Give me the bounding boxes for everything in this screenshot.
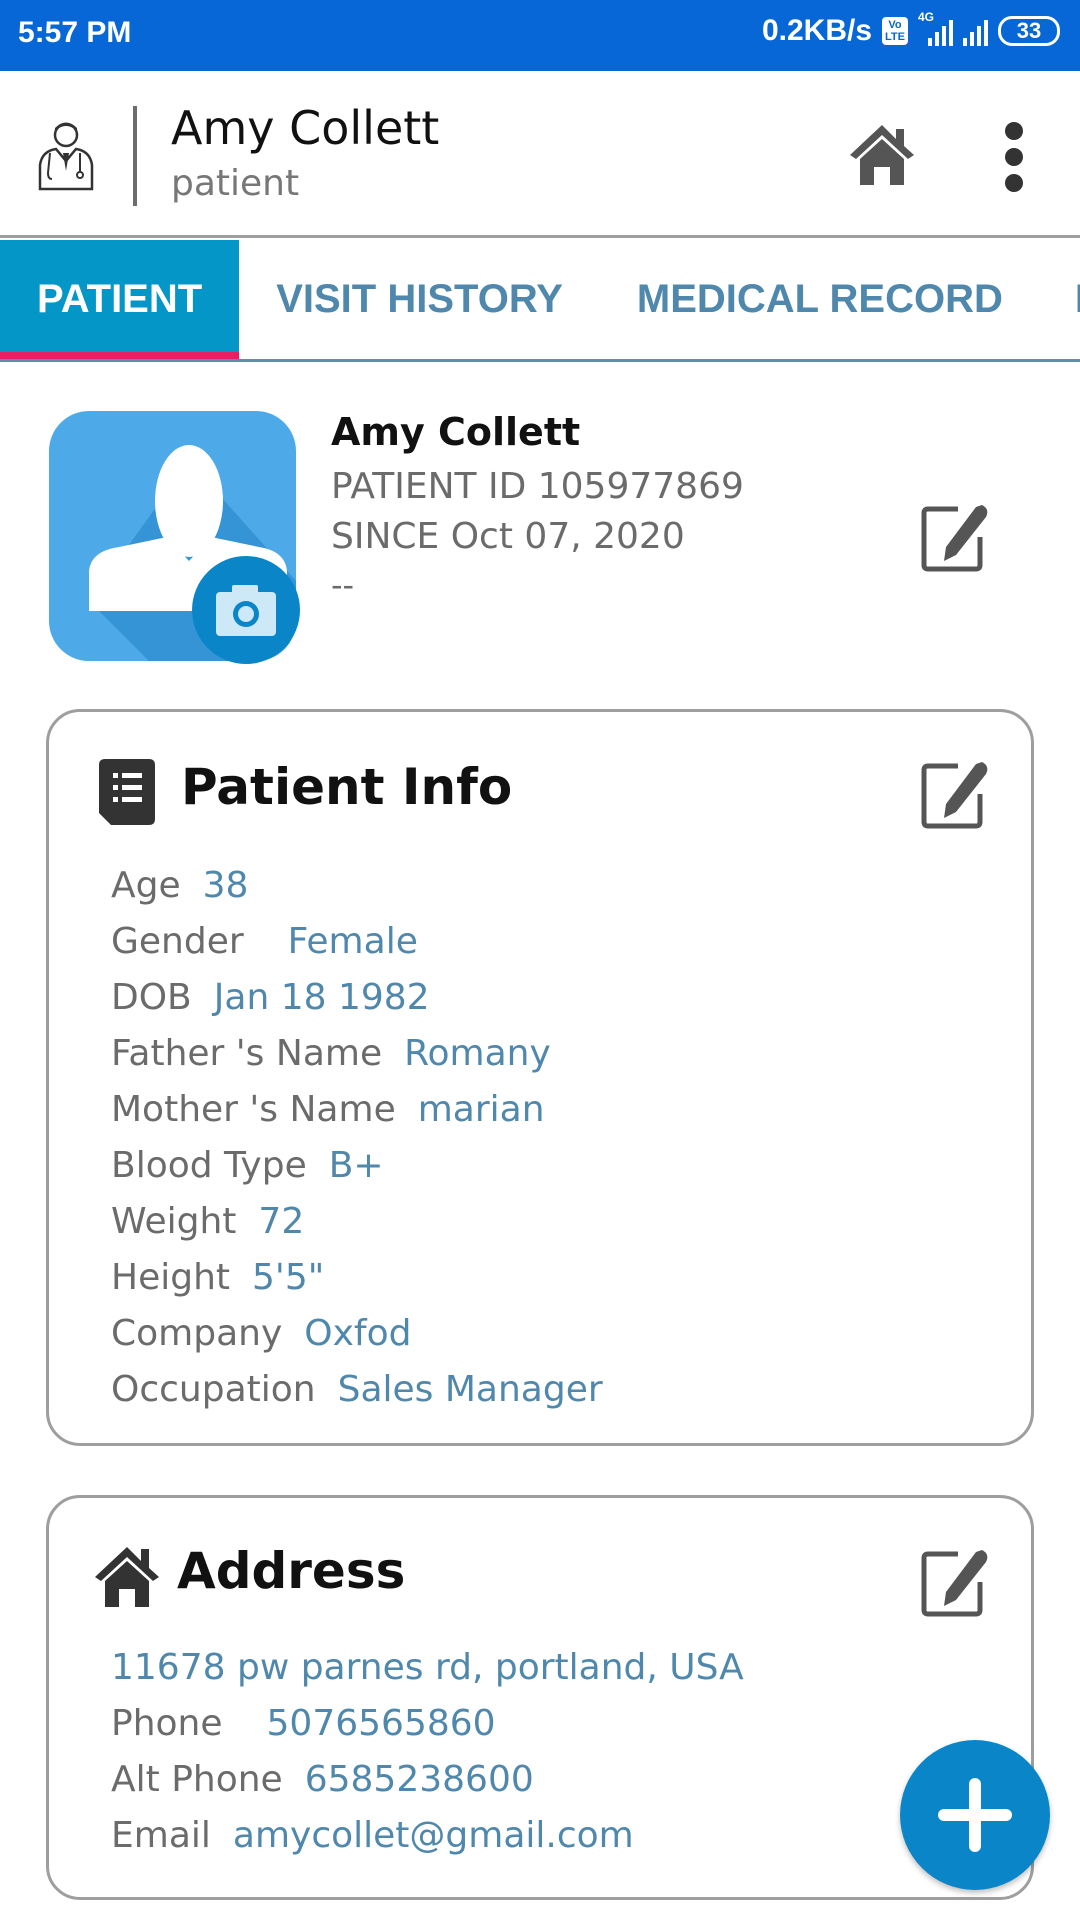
field-value[interactable]: 6585238600 — [305, 1759, 534, 1800]
field-occupation: Occupation Sales Manager — [111, 1362, 603, 1418]
field-dob: DOB Jan 18 1982 — [111, 970, 603, 1026]
address-fields: 11678 pw parnes rd, portland, USA Phone 5… — [111, 1640, 744, 1864]
plus-icon — [938, 1778, 1012, 1852]
field-weight: Weight 72 — [111, 1194, 603, 1250]
list-document-icon — [99, 759, 155, 825]
field-value[interactable]: amycollet@gmail.com — [233, 1815, 634, 1856]
change-photo-button[interactable] — [192, 556, 300, 664]
field-company: Company Oxfod — [111, 1306, 603, 1362]
field-label: Occupation — [111, 1369, 316, 1410]
field-alt-phone: Alt Phone 6585238600 — [111, 1752, 744, 1808]
edit-profile-icon[interactable] — [920, 503, 990, 573]
header-title: Amy Collett — [171, 101, 440, 155]
field-label: Company — [111, 1313, 283, 1354]
field-label: Phone — [111, 1703, 223, 1744]
signal-4g-icon: 4G — [918, 10, 953, 46]
field-label: Father 's Name — [111, 1033, 383, 1074]
field-label: Age — [111, 865, 181, 906]
field-mother-name: Mother 's Name marian — [111, 1082, 603, 1138]
field-label: Email — [111, 1815, 211, 1856]
header-divider — [133, 106, 137, 206]
patient-since: SINCE Oct 07, 2020 — [331, 516, 685, 557]
add-fab-button[interactable] — [900, 1740, 1050, 1890]
patient-id: PATIENT ID 105977869 — [331, 466, 744, 507]
edit-patient-info-icon[interactable] — [920, 760, 990, 830]
field-value: Female — [287, 921, 418, 962]
field-label: Weight — [111, 1201, 237, 1242]
tab-medical-record[interactable]: MEDICAL RECORD — [600, 240, 1040, 359]
field-value: 72 — [258, 1201, 305, 1242]
field-age: Age 38 — [111, 858, 603, 914]
app-header: Amy Collett patient — [0, 71, 1080, 238]
field-value: Oxfod — [304, 1313, 412, 1354]
field-value: 38 — [202, 865, 249, 906]
status-bar: 5:57 PM 0.2KB/s Vo LTE 4G 33 — [0, 0, 1080, 71]
address-title: Address — [177, 1542, 406, 1600]
house-icon — [95, 1547, 159, 1607]
more-vert-icon[interactable] — [995, 121, 1033, 193]
doctor-icon — [38, 122, 94, 191]
field-value[interactable]: 5076565860 — [267, 1703, 496, 1744]
home-icon[interactable] — [848, 123, 916, 185]
volte-top: Vo — [888, 19, 902, 31]
camera-icon — [216, 585, 276, 636]
header-subtitle: patient — [171, 163, 300, 204]
field-label: DOB — [111, 977, 192, 1018]
field-value: B+ — [328, 1145, 384, 1186]
patient-info-fields: Age 38 Gender Female DOB Jan 18 1982 Father… — [111, 858, 603, 1418]
network-type: 4G — [918, 10, 935, 24]
field-label: Alt Phone — [111, 1759, 283, 1800]
field-label: Height — [111, 1257, 231, 1298]
volte-icon: Vo LTE — [882, 17, 908, 45]
address-card: Address 11678 pw parnes rd, portland, US… — [46, 1495, 1034, 1900]
edit-address-icon[interactable] — [920, 1548, 990, 1618]
field-value: Romany — [404, 1033, 551, 1074]
field-value: Jan 18 1982 — [213, 977, 430, 1018]
net-speed: 0.2KB/s — [761, 14, 873, 47]
field-label: Blood Type — [111, 1145, 307, 1186]
field-label: Mother 's Name — [111, 1089, 396, 1130]
profile-name: Amy Collett — [331, 410, 581, 454]
field-father-name: Father 's Name Romany — [111, 1026, 603, 1082]
address-line: 11678 pw parnes rd, portland, USA — [111, 1647, 744, 1688]
field-value: Sales Manager — [337, 1369, 603, 1410]
tab-more-truncated[interactable]: M — [1040, 240, 1080, 359]
tab-bar: PATIENT VISIT HISTORY MEDICAL RECORD M — [0, 240, 1080, 362]
patient-info-title: Patient Info — [181, 758, 513, 816]
field-gender: Gender Female — [111, 914, 603, 970]
battery-icon: 33 — [998, 16, 1060, 46]
battery-level: 33 — [1016, 18, 1042, 43]
tab-patient[interactable]: PATIENT — [0, 240, 240, 359]
field-email: Email amycollet@gmail.com — [111, 1808, 744, 1864]
field-blood-type: Blood Type B+ — [111, 1138, 603, 1194]
status-time: 5:57 PM — [18, 16, 132, 49]
profile-extra: -- — [331, 566, 355, 604]
tab-visit-history[interactable]: VISIT HISTORY — [239, 240, 600, 359]
field-label: Gender — [111, 921, 244, 962]
signal-icon — [963, 16, 988, 46]
field-height: Height 5'5" — [111, 1250, 603, 1306]
field-value: 5'5" — [252, 1257, 325, 1298]
volte-bottom: LTE — [885, 31, 905, 43]
patient-info-card: Patient Info Age 38 Gender Female DOB Jan 1… — [46, 709, 1034, 1446]
field-phone: Phone 5076565860 — [111, 1696, 744, 1752]
field-value: marian — [417, 1089, 545, 1130]
